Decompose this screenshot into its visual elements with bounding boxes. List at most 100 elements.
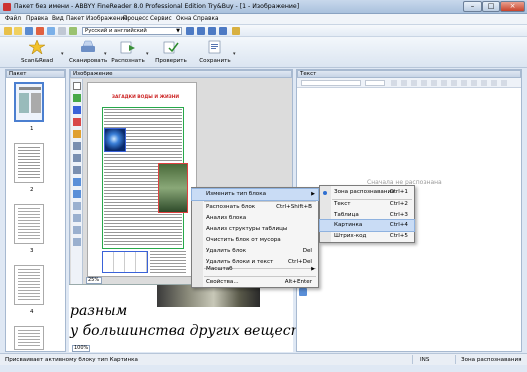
globe-picture-block[interactable] [104,128,126,152]
footer-text-lines [150,251,186,273]
menu-batch[interactable]: Пакет [66,16,84,22]
zoomed-picture [157,285,260,307]
zoom-in-icon[interactable] [73,178,81,186]
menu-item-shortcut: Ctrl+Shift+B [276,204,312,210]
minimize-button[interactable]: – [463,1,482,12]
scan-label: Сканировать [69,58,108,64]
zoom-select[interactable]: 25% [86,277,102,284]
picture-block-icon[interactable] [73,118,81,126]
status-message: Присваивает активному блоку тип Картинка [5,357,138,363]
barcode-block-icon[interactable] [73,130,81,138]
text-format-toolbar [297,78,521,88]
page-thumbnail-5[interactable] [14,326,44,350]
page-thumbnail-4[interactable] [14,265,44,305]
save-button[interactable]: Сохранить [199,39,231,66]
hand-tool-icon[interactable] [73,238,81,246]
close-button[interactable]: × [500,1,525,12]
recognize-dropdown-icon[interactable]: ▾ [146,51,149,57]
font-select[interactable] [301,80,361,86]
zoom-pane: разным у большинства других веществ проц… [69,284,377,352]
format-buttons[interactable] [391,80,511,86]
scanner-icon [81,40,95,52]
menu-item-analyze-block[interactable]: Анализ блока [192,213,318,224]
check-button[interactable]: Проверить [155,39,187,66]
menu-process[interactable]: Процесс [123,16,148,22]
options-icon[interactable] [69,27,77,35]
recognition-area-icon[interactable] [73,142,81,150]
table-block[interactable] [102,251,148,273]
scan-button[interactable]: Сканировать [69,39,107,66]
save-icon[interactable] [25,27,33,35]
table-block-icon[interactable] [73,106,81,114]
page-thumbnail-1[interactable] [14,82,44,122]
menu-item-delete-block[interactable]: Удалить блок Del [192,246,318,257]
recognize-button[interactable]: Распознать [111,39,145,66]
menu-item-shortcut: Alt+Enter [284,279,312,285]
submenu-item-shortcut: Ctrl+4 [389,222,408,228]
save-document-icon [208,40,221,54]
add-area-icon[interactable] [73,154,81,162]
submenu-item-picture[interactable]: Картинка Ctrl+4 [319,219,415,232]
submenu-item-text[interactable]: Текст Ctrl+2 [320,199,414,210]
menu-item-shortcut: Del [302,248,312,254]
menu-item-recognize-block[interactable]: Распознать блок Ctrl+Shift+B [192,202,318,213]
page-number: 2 [30,187,34,193]
menu-tools[interactable]: Сервис [150,16,172,22]
eraser-icon[interactable] [73,214,81,222]
submenu-item-barcode[interactable]: Штрих-код Ctrl+5 [320,231,414,242]
menu-view[interactable]: Вид [52,16,64,22]
font-size-select[interactable] [365,80,385,86]
waterfall-picture-block[interactable] [158,163,188,213]
menu-item-properties[interactable]: Свойства... Alt+Enter [192,277,318,288]
text-pane-nav-icon[interactable] [299,288,307,296]
select-tool-icon[interactable] [73,82,81,90]
main-toolbar: Scan&Read ▾ Сканировать ▾ Распознать ▾ П… [0,37,527,68]
save-dropdown-icon[interactable]: ▾ [233,51,236,57]
maximize-button[interactable]: □ [482,1,500,12]
submenu-item-recognition-area[interactable]: Зона распознавания Ctrl+1 [320,187,414,198]
menu-item-zoom[interactable]: Масштаб ▶ [192,264,318,275]
scan-read-button[interactable]: Scan&Read [21,39,53,66]
menu-help[interactable]: Справка [193,16,219,22]
page-thumbnail-2[interactable] [14,143,44,183]
order-icon[interactable] [73,226,81,234]
layout-one-icon[interactable] [186,27,194,35]
submenu-item-label: Картинка [334,222,363,228]
submenu-arrow-icon: ▶ [311,266,315,272]
menu-edit[interactable]: Правка [26,16,48,22]
recognize-label: Распознать [111,58,145,64]
menu-item-clean-block[interactable]: Очистить блок от мусора [192,235,318,246]
layout-four-icon[interactable] [219,27,227,35]
scan-dropdown-icon[interactable]: ▾ [104,51,107,57]
language-select[interactable]: Русский и английский ▼ [82,27,182,35]
check-label: Проверить [155,58,187,64]
zoom-out-icon[interactable] [73,190,81,198]
layout-two-icon[interactable] [197,27,205,35]
rotate-icon[interactable] [73,202,81,210]
menu-item-label: Очистить блок от мусора [206,237,281,243]
menu-file[interactable]: Файл [5,16,21,22]
cut-area-icon[interactable] [73,166,81,174]
menu-item-change-block-type[interactable]: Изменить тип блока ▶ [191,188,319,201]
mail-icon[interactable] [47,27,55,35]
window-title: Пакет без имени - ABBYY FineReader 8.0 P… [14,3,300,10]
menu-item-label: Анализ структуры таблицы [206,226,288,232]
page-thumbnail-3[interactable] [14,204,44,244]
submenu-item-label: Штрих-код [334,233,367,239]
scan-read-dropdown-icon[interactable]: ▾ [61,51,64,57]
menu-windows[interactable]: Окна [176,16,191,22]
zoom-bottom-select[interactable]: 100% [72,345,90,352]
new-batch-icon[interactable] [4,27,12,35]
menu-image[interactable]: Изображение [86,16,128,22]
open-icon[interactable] [14,27,22,35]
scan-small-icon[interactable] [36,27,44,35]
layout-three-icon[interactable] [208,27,216,35]
menu-item-analyze-table[interactable]: Анализ структуры таблицы [192,224,318,235]
text-block-icon[interactable] [73,94,81,102]
print-icon[interactable] [58,27,66,35]
menu-item-label: Удалить блок [206,248,247,254]
submenu-arrow-icon: ▶ [311,191,315,197]
menu-item-label: Распознать блок [206,204,256,210]
help-icon[interactable] [232,27,240,35]
save-label: Сохранить [199,58,231,64]
